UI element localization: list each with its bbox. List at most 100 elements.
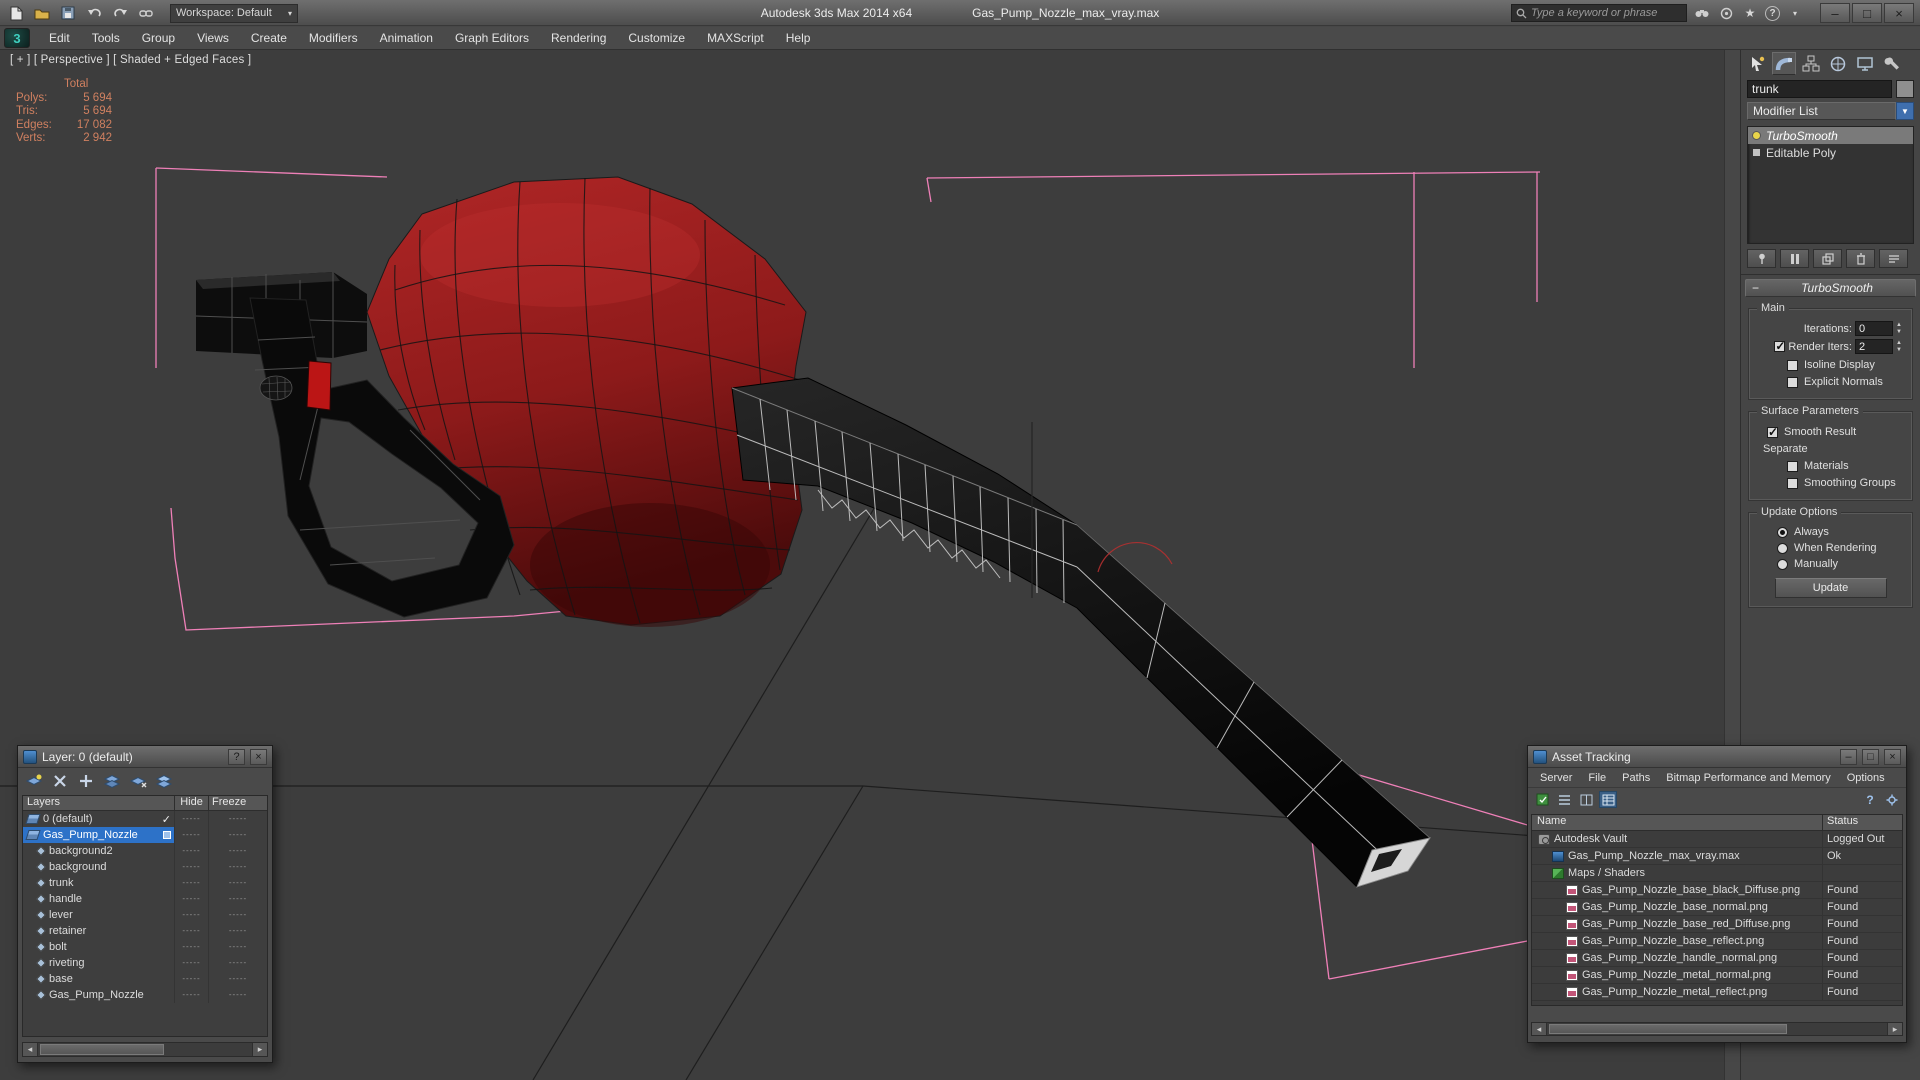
refresh-view-icon[interactable] bbox=[1533, 791, 1551, 808]
new-file-button[interactable] bbox=[6, 3, 26, 23]
layer-row[interactable]: background2 ----- ----- bbox=[23, 843, 267, 859]
layer-freeze-toggle[interactable]: ----- bbox=[209, 971, 267, 987]
view-details-icon[interactable] bbox=[1599, 791, 1617, 808]
add-to-layer-button[interactable] bbox=[75, 771, 96, 791]
asset-menu-paths[interactable]: Paths bbox=[1614, 772, 1658, 784]
layer-row[interactable]: handle ----- ----- bbox=[23, 891, 267, 907]
asset-row[interactable]: Gas_Pump_Nozzle_base_black_Diffuse.png Fo… bbox=[1532, 882, 1902, 899]
open-file-button[interactable] bbox=[32, 3, 52, 23]
layer-row[interactable]: riveting ----- ----- bbox=[23, 955, 267, 971]
iterations-spinner[interactable]: ▲ ▼ bbox=[1896, 322, 1906, 336]
render-iters-spinner[interactable]: ▲ ▼ bbox=[1896, 340, 1906, 354]
make-unique-button[interactable] bbox=[1813, 249, 1842, 268]
materials-checkbox[interactable] bbox=[1787, 460, 1798, 472]
binoculars-icon[interactable] bbox=[1693, 4, 1711, 22]
new-layer-button[interactable] bbox=[23, 771, 44, 791]
asset-horizontal-scrollbar[interactable]: ◂ ▸ bbox=[1531, 1022, 1903, 1036]
scroll-right-arrow[interactable]: ▸ bbox=[252, 1043, 267, 1056]
scrollbar-thumb[interactable] bbox=[1549, 1024, 1787, 1034]
layer-freeze-toggle[interactable]: ----- bbox=[209, 955, 267, 971]
iterations-field[interactable]: 0 bbox=[1855, 321, 1893, 336]
layer-hide-toggle[interactable]: ----- bbox=[175, 827, 209, 843]
show-end-result-button[interactable] bbox=[1780, 249, 1809, 268]
tab-display[interactable] bbox=[1853, 52, 1877, 75]
scroll-right-arrow[interactable]: ▸ bbox=[1887, 1023, 1902, 1035]
asset-row[interactable]: Gas_Pump_Nozzle_metal_normal.png Found bbox=[1532, 967, 1902, 984]
tab-modify[interactable] bbox=[1772, 52, 1796, 75]
tab-create[interactable] bbox=[1745, 52, 1769, 75]
tab-hierarchy[interactable] bbox=[1799, 52, 1823, 75]
chevron-down-icon[interactable]: ▾ bbox=[1786, 4, 1804, 22]
asset-menu-bitmap-performance-and-memory[interactable]: Bitmap Performance and Memory bbox=[1658, 772, 1838, 784]
update-option-radio-when-rendering[interactable] bbox=[1777, 542, 1788, 554]
layer-freeze-toggle[interactable]: ----- bbox=[209, 923, 267, 939]
layer-row[interactable]: trunk ----- ----- bbox=[23, 875, 267, 891]
menu-item-modifiers[interactable]: Modifiers bbox=[298, 27, 369, 49]
rollout-header[interactable]: − TurboSmooth bbox=[1745, 279, 1916, 297]
update-option-radio-manually[interactable] bbox=[1777, 558, 1788, 570]
menu-item-views[interactable]: Views bbox=[186, 27, 240, 49]
scroll-left-arrow[interactable]: ◂ bbox=[1532, 1023, 1547, 1035]
layer-hide-toggle[interactable]: ----- bbox=[175, 891, 209, 907]
help-icon[interactable]: ? bbox=[1765, 5, 1780, 21]
modifier-stack-item[interactable]: TurboSmooth bbox=[1748, 127, 1913, 144]
asset-row[interactable]: Gas_Pump_Nozzle_max_vray.max Ok bbox=[1532, 848, 1902, 865]
layer-row[interactable]: retainer ----- ----- bbox=[23, 923, 267, 939]
minimize-button[interactable]: – bbox=[1820, 3, 1850, 23]
communication-center-icon[interactable] bbox=[1717, 4, 1735, 22]
explicit-normals-checkbox[interactable] bbox=[1787, 376, 1798, 388]
layer-hide-toggle[interactable]: ----- bbox=[175, 907, 209, 923]
object-name-field[interactable]: trunk bbox=[1747, 80, 1892, 98]
layer-freeze-toggle[interactable]: ----- bbox=[209, 875, 267, 891]
highlight-layer-button[interactable] bbox=[153, 771, 174, 791]
layer-row[interactable]: base ----- ----- bbox=[23, 971, 267, 987]
set-current-layer-button[interactable] bbox=[127, 771, 148, 791]
isoline-display-checkbox[interactable] bbox=[1787, 359, 1798, 371]
menu-item-graph-editors[interactable]: Graph Editors bbox=[444, 27, 540, 49]
view-list-icon[interactable] bbox=[1555, 791, 1573, 808]
layer-dialog-titlebar[interactable]: Layer: 0 (default) ? × bbox=[18, 746, 272, 768]
modifier-list-arrow[interactable]: ▼ bbox=[1896, 102, 1914, 120]
asset-row[interactable]: Gas_Pump_Nozzle_handle_normal.png Found bbox=[1532, 950, 1902, 967]
layer-row[interactable]: 0 (default) ✓ ----- ----- bbox=[23, 811, 267, 827]
layer-hide-toggle[interactable]: ----- bbox=[175, 811, 209, 827]
modifier-stack-item[interactable]: Editable Poly bbox=[1748, 144, 1913, 161]
scroll-left-arrow[interactable]: ◂ bbox=[23, 1043, 38, 1056]
search-input[interactable]: Type a keyword or phrase bbox=[1511, 4, 1687, 22]
layer-hide-toggle[interactable]: ----- bbox=[175, 971, 209, 987]
favorites-star-icon[interactable]: ★ bbox=[1741, 4, 1759, 22]
asset-row[interactable]: Gas_Pump_Nozzle_base_normal.png Found bbox=[1532, 899, 1902, 916]
smooth-result-checkbox[interactable] bbox=[1767, 425, 1778, 439]
asset-row[interactable]: Gas_Pump_Nozzle_base_red_Diffuse.png Foun… bbox=[1532, 916, 1902, 933]
layer-freeze-toggle[interactable]: ----- bbox=[209, 811, 267, 827]
redo-button[interactable] bbox=[110, 3, 130, 23]
layer-freeze-toggle[interactable]: ----- bbox=[209, 843, 267, 859]
layer-hide-toggle[interactable]: ----- bbox=[175, 923, 209, 939]
viewport-label[interactable]: [ + ] [ Perspective ] [ Shaded + Edged F… bbox=[10, 54, 251, 66]
asset-row[interactable]: Maps / Shaders bbox=[1532, 865, 1902, 882]
asset-menu-options[interactable]: Options bbox=[1839, 772, 1893, 784]
undo-button[interactable] bbox=[84, 3, 104, 23]
asset-help-icon[interactable]: ? bbox=[1861, 791, 1879, 808]
layer-dialog-close-button[interactable]: × bbox=[250, 748, 267, 765]
pin-stack-button[interactable] bbox=[1747, 249, 1776, 268]
layer-hide-toggle[interactable]: ----- bbox=[175, 843, 209, 859]
layer-row[interactable]: lever ----- ----- bbox=[23, 907, 267, 923]
asset-menu-server[interactable]: Server bbox=[1532, 772, 1580, 784]
layer-row[interactable]: Gas_Pump_Nozzle ----- ----- bbox=[23, 987, 267, 1003]
view-columns-icon[interactable] bbox=[1577, 791, 1595, 808]
object-color-swatch[interactable] bbox=[1896, 80, 1914, 98]
menu-item-edit[interactable]: Edit bbox=[38, 27, 81, 49]
menu-item-tools[interactable]: Tools bbox=[81, 27, 131, 49]
layer-freeze-toggle[interactable]: ----- bbox=[209, 859, 267, 875]
remove-modifier-button[interactable] bbox=[1846, 249, 1875, 268]
menu-item-maxscript[interactable]: MAXScript bbox=[696, 27, 775, 49]
asset-menu-file[interactable]: File bbox=[1580, 772, 1614, 784]
menu-item-create[interactable]: Create bbox=[240, 27, 298, 49]
asset-row[interactable]: Gas_Pump_Nozzle_metal_reflect.png Found bbox=[1532, 984, 1902, 1001]
workspace-dropdown[interactable]: Workspace: Default ▾ bbox=[170, 3, 298, 23]
render-iters-field[interactable]: 2 bbox=[1855, 339, 1893, 354]
menu-item-rendering[interactable]: Rendering bbox=[540, 27, 617, 49]
asset-maximize-button[interactable]: □ bbox=[1862, 748, 1879, 765]
smoothing-groups-checkbox[interactable] bbox=[1787, 477, 1798, 489]
